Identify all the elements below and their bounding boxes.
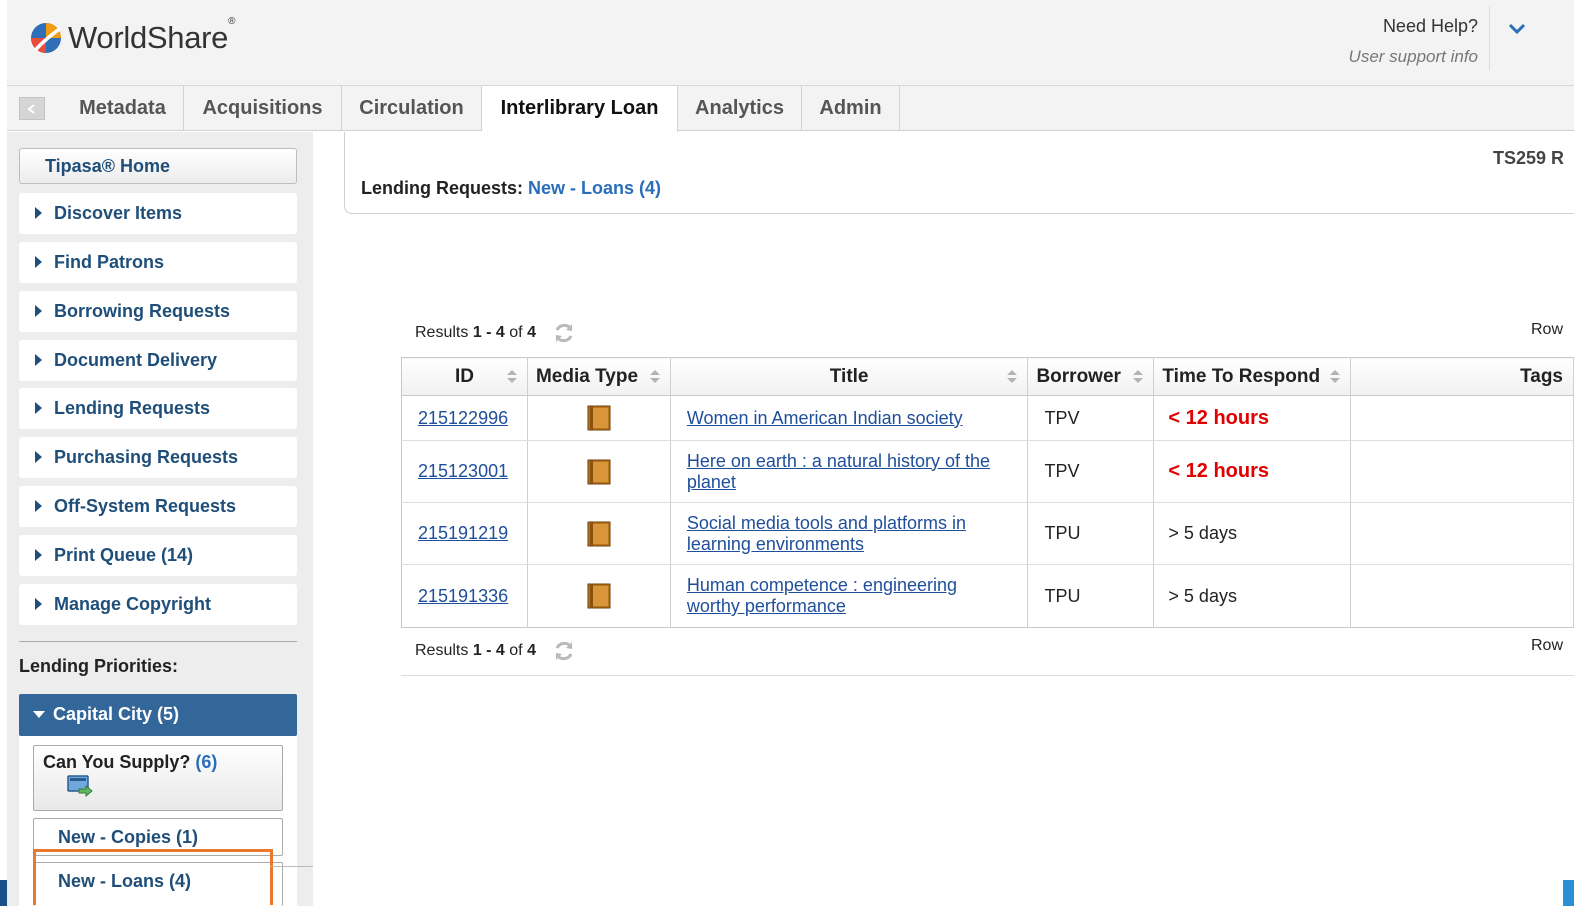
results-count-top: Results 1 - 4 of 4 — [415, 321, 576, 345]
request-id-link[interactable]: 215191219 — [418, 523, 508, 543]
request-id-link[interactable]: 215122996 — [418, 408, 508, 428]
app-header: WorldShare® Need Help? User support info — [7, 0, 1574, 86]
refresh-icon[interactable] — [552, 321, 576, 345]
time-to-respond: > 5 days — [1153, 502, 1352, 565]
caret-right-icon — [35, 598, 42, 610]
table-footer-line — [401, 675, 1574, 676]
sidebar-item-home[interactable]: Tipasa® Home — [19, 148, 297, 184]
rows-per-page-label-top[interactable]: Row — [1531, 321, 1563, 339]
sidebar-item-purchasing-requests[interactable]: Purchasing Requests — [19, 437, 297, 478]
sidebar-item-find-patrons[interactable]: Find Patrons — [19, 242, 297, 283]
caret-right-icon — [35, 207, 42, 219]
caret-right-icon — [35, 500, 42, 512]
lending-requests-label: Lending Requests: New - Loans (4) — [361, 178, 662, 198]
caret-right-icon — [35, 354, 42, 366]
sidebar-item-lending-requests[interactable]: Lending Requests — [19, 388, 297, 429]
column-header-time-to-respond[interactable]: Time To Respond — [1153, 357, 1352, 396]
collapse-sidebar-icon[interactable] — [19, 97, 45, 120]
worldshare-logo[interactable]: WorldShare® — [29, 16, 236, 56]
borrower-cell: TPU — [1027, 502, 1155, 565]
table-header-row: ID Media Type Title Borrower Time To Res… — [401, 357, 1574, 396]
need-help-label[interactable]: Need Help? — [1349, 16, 1478, 37]
lending-requests-table: ID Media Type Title Borrower Time To Res… — [401, 357, 1574, 628]
sidebar-item-print-queue[interactable]: Print Queue (14) — [19, 535, 297, 576]
sidebar-group-capital-city[interactable]: Capital City (5) — [19, 694, 297, 736]
help-section[interactable]: Need Help? User support info — [1349, 16, 1478, 67]
title-link[interactable]: Social media tools and platforms in lear… — [687, 513, 966, 554]
header-divider — [1489, 6, 1490, 70]
title-link[interactable]: Women in American Indian society — [687, 408, 963, 428]
request-id-link[interactable]: 215123001 — [418, 461, 508, 481]
time-to-respond: < 12 hours — [1168, 460, 1270, 482]
table-row[interactable]: 215122996 Women in American Indian socie… — [401, 395, 1574, 441]
selection-connector — [270, 866, 313, 867]
tab-analytics[interactable]: Analytics — [678, 86, 802, 131]
request-id-link[interactable]: 215191336 — [418, 586, 508, 606]
sidebar-item-off-system-requests[interactable]: Off-System Requests — [19, 486, 297, 527]
tab-circulation[interactable]: Circulation — [342, 86, 482, 131]
tab-metadata[interactable]: Metadata — [62, 86, 184, 131]
title-link[interactable]: Human competence : engineering worthy pe… — [687, 575, 957, 616]
caret-right-icon — [35, 256, 42, 268]
title-link[interactable]: Here on earth : a natural history of the… — [687, 451, 990, 492]
results-count-bottom: Results 1 - 4 of 4 — [415, 639, 576, 663]
sort-icon[interactable] — [506, 370, 517, 384]
caret-down-icon — [33, 711, 45, 718]
refresh-icon[interactable] — [552, 639, 576, 663]
sidebar-item-manage-copyright[interactable]: Manage Copyright — [19, 584, 297, 625]
book-icon — [587, 459, 611, 484]
tab-acquisitions[interactable]: Acquisitions — [184, 86, 342, 131]
caret-right-icon — [35, 451, 42, 463]
lending-priorities-label: Lending Priorities: — [19, 656, 179, 676]
book-icon — [587, 521, 611, 546]
sort-icon[interactable] — [649, 370, 660, 384]
lending-info-panel: Lending Requests: New - Loans (4) TS259 … — [344, 132, 1574, 214]
sort-icon[interactable] — [1330, 370, 1341, 384]
tags-cell — [1350, 395, 1574, 441]
borrower-cell: TPU — [1027, 564, 1155, 628]
table-row[interactable]: 215191336 Human competence : engineering… — [401, 564, 1574, 628]
column-header-title[interactable]: Title — [670, 357, 1029, 396]
module-tabs: Metadata Acquisitions Circulation Interl… — [7, 86, 1574, 132]
tab-admin[interactable]: Admin — [802, 86, 900, 131]
sort-icon[interactable] — [1007, 370, 1018, 384]
sidebar-item-borrowing-requests[interactable]: Borrowing Requests — [19, 291, 297, 332]
corner-decoration-left — [0, 880, 7, 906]
tags-cell — [1350, 564, 1574, 628]
queue-name: New - Loans (4) — [528, 178, 662, 198]
worldshare-logo-icon — [31, 23, 61, 53]
sidebar-item-discover-items[interactable]: Discover Items — [19, 193, 297, 234]
table-row[interactable]: 215123001 Here on earth : a natural hist… — [401, 440, 1574, 503]
sidebar-divider — [19, 641, 297, 642]
caret-right-icon — [35, 305, 42, 317]
can-you-supply-button[interactable]: Can You Supply? (6) — [33, 745, 283, 811]
highlight-outline — [33, 849, 273, 905]
time-to-respond: < 12 hours — [1168, 406, 1270, 429]
rows-per-page-label-bottom[interactable]: Row — [1531, 637, 1563, 655]
supply-screen-icon — [67, 775, 93, 798]
column-header-tags[interactable]: Tags — [1350, 357, 1574, 396]
borrower-cell: TPV — [1027, 440, 1155, 503]
book-icon — [587, 583, 611, 609]
tags-cell — [1350, 440, 1574, 503]
book-icon — [587, 405, 611, 431]
column-header-borrower[interactable]: Borrower — [1027, 357, 1155, 396]
caret-right-icon — [35, 549, 42, 561]
column-header-id[interactable]: ID — [401, 357, 528, 396]
user-support-info[interactable]: User support info — [1349, 47, 1478, 67]
borrower-cell: TPV — [1027, 395, 1155, 441]
time-to-respond: > 5 days — [1153, 564, 1352, 628]
tab-interlibrary-loan[interactable]: Interlibrary Loan — [482, 86, 678, 132]
sort-icon[interactable] — [1133, 370, 1144, 384]
caret-right-icon — [35, 402, 42, 414]
corner-decoration-right — [1563, 880, 1574, 906]
sidebar-item-document-delivery[interactable]: Document Delivery — [19, 340, 297, 381]
tags-cell — [1350, 502, 1574, 565]
column-header-media-type[interactable]: Media Type — [527, 357, 671, 396]
table-row[interactable]: 215191219 Social media tools and platfor… — [401, 502, 1574, 565]
chevron-down-icon[interactable] — [1505, 19, 1529, 39]
institution-code: TS259 R — [1492, 148, 1564, 168]
brand-name: WorldShare® — [68, 16, 236, 55]
